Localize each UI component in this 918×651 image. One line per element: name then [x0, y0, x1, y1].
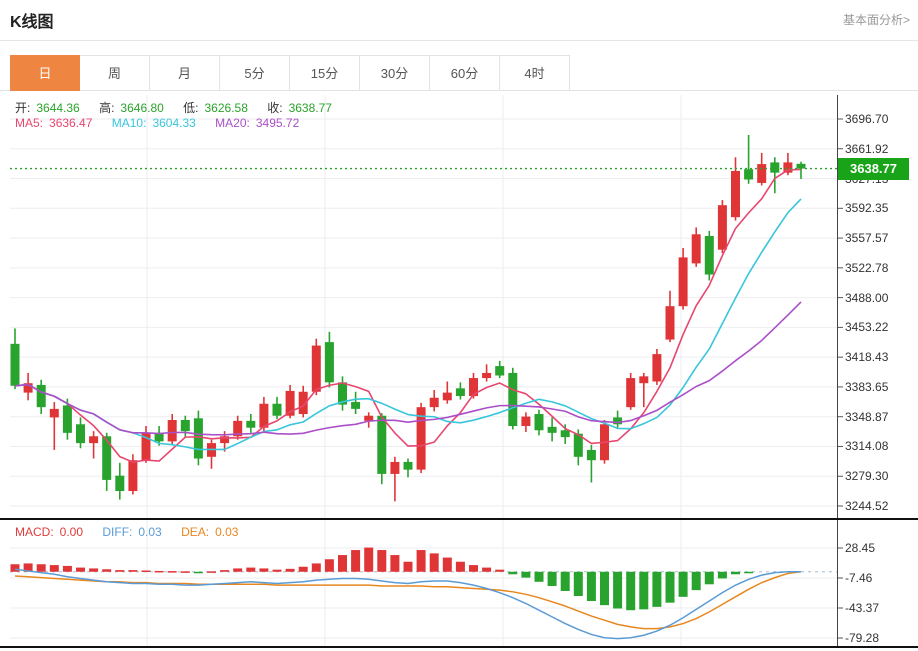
macd-legend: MACD: 0.00 DIFF: 0.03 DEA: 0.03 — [15, 525, 254, 539]
macd-y-tick: -79.28 — [845, 630, 879, 646]
low-value: 3626.58 — [205, 101, 248, 115]
high-label: 高: — [99, 101, 114, 115]
low-label: 低: — [183, 101, 198, 115]
dea-value: 0.03 — [215, 525, 238, 539]
macd-chart-canvas[interactable] — [0, 520, 918, 651]
main-y-tick: 3279.30 — [845, 468, 888, 484]
main-y-tick: 3522.78 — [845, 260, 888, 276]
ohlc-legend: 开: 3644.36 高: 3646.80 低: 3626.58 收: 3638.77 — [15, 99, 348, 116]
fundamental-analysis-link[interactable]: 基本面分析> — [843, 11, 910, 28]
close-label: 收: — [267, 101, 282, 115]
main-y-tick: 3383.65 — [845, 379, 888, 395]
diff-label: DIFF: — [102, 525, 132, 539]
macd-value: 0.00 — [60, 525, 83, 539]
ma-legend: MA5: 3636.47 MA10: 3604.33 MA20: 3495.72 — [15, 116, 315, 130]
main-chart-canvas[interactable] — [0, 95, 918, 520]
ma10-label: MA10: — [112, 116, 147, 130]
tab-60分[interactable]: 60分 — [430, 55, 500, 91]
main-y-tick: 3696.70 — [845, 111, 888, 127]
main-y-tick: 3592.35 — [845, 200, 888, 216]
main-y-tick: 3453.22 — [845, 319, 888, 335]
macd-y-tick: -7.46 — [845, 570, 872, 586]
ma20-label: MA20: — [215, 116, 250, 130]
period-tab-bar: 日周月5分15分30分60分4时 — [10, 55, 570, 91]
tab-15分[interactable]: 15分 — [290, 55, 360, 91]
high-value: 3646.80 — [120, 101, 163, 115]
main-y-tick: 3314.08 — [845, 438, 888, 454]
main-y-tick: 3348.87 — [845, 409, 888, 425]
macd-y-tick: 28.45 — [845, 540, 875, 556]
tab-周[interactable]: 周 — [80, 55, 150, 91]
page-title: K线图 — [10, 8, 54, 32]
tab-日[interactable]: 日 — [10, 55, 80, 91]
current-price-badge: 3638.77 — [838, 158, 909, 180]
main-y-tick: 3557.57 — [845, 230, 888, 246]
ma5-value: 3636.47 — [49, 116, 92, 130]
close-value: 3638.77 — [289, 101, 332, 115]
macd-label: MACD: — [15, 525, 54, 539]
diff-value: 0.03 — [138, 525, 161, 539]
title-separator — [0, 40, 918, 41]
ma20-value: 3495.72 — [256, 116, 299, 130]
main-y-tick: 3418.43 — [845, 349, 888, 365]
main-y-tick: 3244.52 — [845, 498, 888, 514]
open-value: 3644.36 — [36, 101, 79, 115]
main-y-tick: 3488.00 — [845, 290, 888, 306]
tab-30分[interactable]: 30分 — [360, 55, 430, 91]
ma5-label: MA5: — [15, 116, 43, 130]
tab-5分[interactable]: 5分 — [220, 55, 290, 91]
dea-label: DEA: — [181, 525, 209, 539]
tab-4时[interactable]: 4时 — [500, 55, 570, 91]
open-label: 开: — [15, 101, 30, 115]
kline-page: K线图 基本面分析> 日周月5分15分30分60分4时 开: 3644.36 高:… — [0, 0, 918, 651]
main-y-tick: 3661.92 — [845, 141, 888, 157]
ma10-value: 3604.33 — [152, 116, 195, 130]
macd-y-tick: -43.37 — [845, 600, 879, 616]
tab-月[interactable]: 月 — [150, 55, 220, 91]
